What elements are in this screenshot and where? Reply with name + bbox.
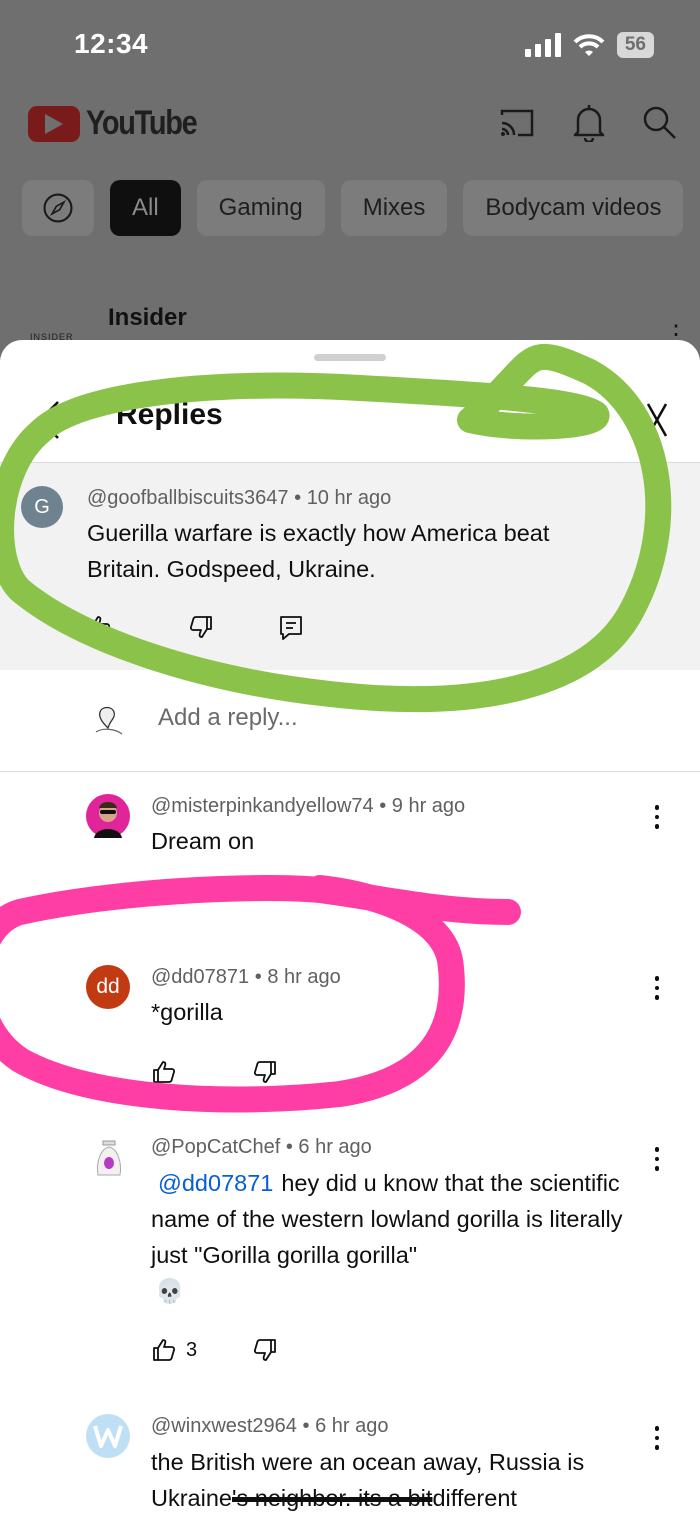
cast-icon[interactable]	[498, 107, 536, 139]
filter-chips: All Gaming Mixes Bodycam videos	[22, 180, 684, 236]
comment-author[interactable]: @dd07871	[151, 966, 249, 988]
comment-body-line2-start: Ukraine	[151, 1485, 232, 1511]
avatar[interactable]: G	[21, 486, 63, 528]
cellular-signal-icon	[524, 33, 561, 57]
compass-icon	[43, 193, 73, 223]
meta-separator: •	[254, 966, 262, 988]
reply-button[interactable]	[279, 615, 303, 641]
channel-name[interactable]: Insider	[108, 304, 187, 332]
chip-all[interactable]: All	[110, 180, 181, 236]
battery-indicator: 56	[616, 32, 654, 58]
comment-author[interactable]: @winxwest2964	[151, 1415, 297, 1437]
comment-body-line1: the British were an ocean away, Russia i…	[151, 1449, 585, 1475]
top-app-bar: YouTube	[28, 104, 678, 148]
chip-mixes[interactable]: Mixes	[340, 180, 448, 236]
mention-link[interactable]: @dd07871	[158, 1170, 273, 1196]
thumbs-down-icon	[253, 1061, 276, 1083]
thumbs-down-icon	[189, 616, 212, 638]
redacted-text: 's neighbor. its a bit	[231, 1485, 433, 1511]
like-count: 3	[186, 1338, 198, 1361]
thumbs-up-icon	[153, 1061, 176, 1083]
close-icon[interactable]	[644, 400, 670, 440]
dislike-button[interactable]	[189, 615, 213, 639]
chip-bodycam-videos[interactable]: Bodycam videos	[463, 180, 684, 236]
comment-age: 6 hr ago	[298, 1136, 372, 1158]
reply-divider	[0, 771, 700, 772]
reply-comment-icon	[280, 616, 302, 640]
current-user-avatar	[89, 703, 127, 741]
comment-age: 10 hr ago	[306, 487, 392, 509]
wifi-icon	[573, 34, 605, 56]
skull-emoji: 💀	[155, 1278, 185, 1304]
more-options-icon[interactable]	[652, 1147, 662, 1171]
dislike-button[interactable]	[253, 1338, 277, 1362]
search-icon[interactable]	[642, 105, 678, 141]
more-options-icon[interactable]	[652, 976, 662, 1000]
avatar[interactable]	[86, 794, 130, 838]
meta-separator: •	[379, 795, 387, 817]
status-time: 12:34	[74, 28, 149, 59]
avatar[interactable]	[88, 1135, 130, 1179]
thumbs-up-icon	[88, 616, 111, 638]
comment-text: Guerilla warfare is exactly how America …	[87, 520, 550, 582]
app-bar-actions	[498, 104, 678, 142]
like-button[interactable]	[152, 1060, 176, 1084]
sheet-header: Replies	[0, 380, 700, 462]
replies-sheet: Replies G @goofballbiscuits3647 • 10 hr …	[0, 340, 700, 1540]
parent-comment: G @goofballbiscuits3647 • 10 hr ago Guer…	[0, 463, 700, 670]
thumbs-up-icon	[153, 1339, 176, 1361]
comment-text: the British were an ocean away, Russia i…	[151, 1444, 671, 1516]
comment-age: 8 hr ago	[267, 966, 341, 988]
like-button[interactable]	[87, 615, 111, 639]
comment-meta: @goofballbiscuits3647 • 10 hr ago	[87, 487, 391, 510]
more-options-icon[interactable]	[652, 805, 662, 829]
back-arrow-icon[interactable]	[36, 400, 62, 440]
drag-handle[interactable]	[314, 354, 386, 361]
comment-meta: @dd07871 • 8 hr ago	[151, 966, 341, 989]
avatar[interactable]: dd	[86, 965, 130, 1009]
comment-body-line2-end: different	[432, 1485, 517, 1511]
status-icons: 56	[524, 32, 654, 58]
avatar[interactable]	[86, 1414, 130, 1458]
youtube-home-background: 12:34 56 YouTube All Gaming Mixes Bodyca…	[0, 0, 700, 360]
comment-meta: @winxwest2964 • 6 hr ago	[151, 1415, 388, 1438]
youtube-wordmark: YouTube	[86, 104, 198, 142]
comment-text: @dd07871 hey did u know that the scientif…	[151, 1165, 656, 1309]
comment-author[interactable]: @goofballbiscuits3647	[87, 487, 289, 509]
add-reply-input[interactable]: Add a reply...	[158, 704, 298, 732]
thumbs-down-icon	[253, 1339, 276, 1361]
dislike-button[interactable]	[253, 1060, 277, 1084]
comment-author[interactable]: @misterpinkandyellow74	[151, 795, 374, 817]
comment-meta: @misterpinkandyellow74 • 9 hr ago	[151, 795, 465, 818]
sheet-title: Replies	[116, 398, 223, 431]
youtube-logo[interactable]: YouTube	[28, 104, 216, 143]
like-button[interactable]: 3	[152, 1338, 197, 1362]
chip-explore[interactable]	[22, 180, 94, 236]
meta-separator: •	[302, 1415, 310, 1437]
comment-age: 6 hr ago	[315, 1415, 389, 1437]
more-options-icon[interactable]	[652, 1426, 662, 1450]
comment-text: *gorilla	[151, 999, 223, 1025]
meta-separator: •	[285, 1136, 293, 1158]
play-logo-icon	[28, 105, 80, 142]
chip-gaming[interactable]: Gaming	[196, 180, 325, 236]
notifications-bell-icon[interactable]	[572, 104, 606, 142]
comment-age: 9 hr ago	[391, 795, 466, 817]
comment-author[interactable]: @PopCatChef	[151, 1136, 280, 1158]
meta-separator: •	[294, 487, 302, 509]
comment-text: Dream on	[151, 828, 255, 854]
comment-meta: @PopCatChef • 6 hr ago	[151, 1136, 372, 1159]
